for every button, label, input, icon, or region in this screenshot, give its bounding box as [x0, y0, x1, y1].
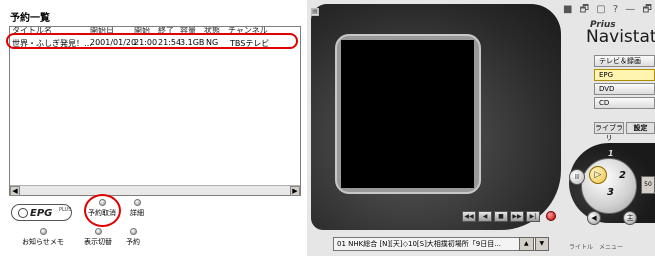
dial-number-1: 1	[608, 149, 614, 158]
window-buttons[interactable]: ■ 🗗 ▢ ? — 🗗 ✕	[563, 2, 655, 19]
scroll-right-icon[interactable]: ▶	[290, 186, 300, 196]
radio-dot-icon	[133, 199, 141, 206]
volume-readout[interactable]: 50	[641, 176, 655, 194]
detail-label: 詳細	[130, 209, 144, 217]
scroll-left-icon[interactable]: ◀	[10, 186, 20, 196]
panel-title: 予約一覧	[10, 13, 50, 24]
tab-library[interactable]: ライブラリ	[594, 122, 624, 142]
menu-item-dvd[interactable]: DVD	[594, 83, 655, 95]
back-arrow-icon[interactable]: ◀	[587, 211, 601, 225]
channel-down-button[interactable]: ▼	[534, 237, 549, 251]
app-window: 予約一覧 タイトル名 開始日 開始 終了 容量 状態 チャンネル 世界・ふしぎ発…	[0, 0, 655, 256]
dial-number-3: 3	[607, 187, 614, 198]
notice-memo-button[interactable]: お知らせメモ	[19, 228, 67, 247]
menu-item-tv[interactable]: テレビ＆録画	[594, 55, 655, 67]
logo-plus: PLUS	[59, 207, 72, 213]
media-player: ▤ ◀◀ ◀ ■ ▶▶ ▶| 01 NHK総合 [N][天]◇10[S]大相撲初…	[307, 0, 655, 256]
play-button[interactable]: ▷	[589, 166, 607, 184]
pause-button[interactable]: II	[569, 169, 585, 185]
reserve-label: 予約	[126, 238, 140, 246]
display-switch-label: 表示切替	[84, 238, 112, 246]
player-menu-icon[interactable]: ▤	[311, 8, 319, 16]
radio-dot-icon	[129, 228, 137, 235]
epg-plus-logo: EPG PLUS	[11, 204, 72, 221]
logo-mark-icon	[18, 208, 28, 218]
detail-button[interactable]: 詳細	[126, 199, 148, 218]
horizontal-scrollbar[interactable]: ◀ ▶	[10, 185, 300, 196]
tab-settings[interactable]: 設定	[626, 122, 655, 134]
bottom-label-title: ライトル	[569, 244, 594, 251]
brand-title: Navistation	[586, 27, 655, 47]
bottom-label-menu: メニュー	[599, 244, 624, 251]
reservation-list[interactable]: タイトル名 開始日 開始 終了 容量 状態 チャンネル 世界・ふしぎ発見！… 2…	[9, 26, 301, 196]
menu-item-epg[interactable]: EPG	[594, 69, 655, 81]
stop-button[interactable]: ■	[494, 211, 508, 222]
menu-item-cd[interactable]: CD	[594, 97, 655, 109]
step-back-button[interactable]: ◀	[478, 211, 492, 222]
rewind-button[interactable]: ◀◀	[462, 211, 476, 222]
notice-memo-label: お知らせメモ	[22, 238, 64, 246]
record-button[interactable]	[546, 211, 556, 221]
row-highlight-annotation	[6, 33, 298, 49]
cancel-highlight-annotation	[84, 194, 121, 227]
channel-status-bar: 01 NHK総合 [N][天]◇10[S]大相撲初場所「9日目...	[333, 237, 537, 251]
channel-up-button[interactable]: ▲	[519, 237, 534, 251]
dial-number-2: 2	[619, 170, 626, 181]
logo-text: EPG	[30, 208, 53, 219]
fast-forward-button[interactable]: ▶▶	[510, 211, 524, 222]
radio-dot-icon	[39, 228, 47, 235]
reserve-button[interactable]: 予約	[122, 228, 144, 247]
mode-menu: テレビ＆録画 EPG DVD CD ライブラリ 設定	[594, 55, 655, 142]
video-screen	[341, 40, 474, 188]
display-switch-button[interactable]: 表示切替	[80, 228, 116, 247]
channel-updown: ▲ ▼	[519, 237, 549, 251]
transport-controls: ◀◀ ◀ ■ ▶▶ ▶|	[462, 211, 556, 222]
jog-dial[interactable]	[581, 158, 637, 214]
reservation-panel: 予約一覧 タイトル名 開始日 開始 終了 容量 状態 チャンネル 世界・ふしぎ発…	[0, 0, 307, 256]
skip-button[interactable]: ▶|	[526, 211, 540, 222]
radio-dot-icon	[94, 228, 102, 235]
main-button[interactable]: 主	[623, 211, 637, 225]
